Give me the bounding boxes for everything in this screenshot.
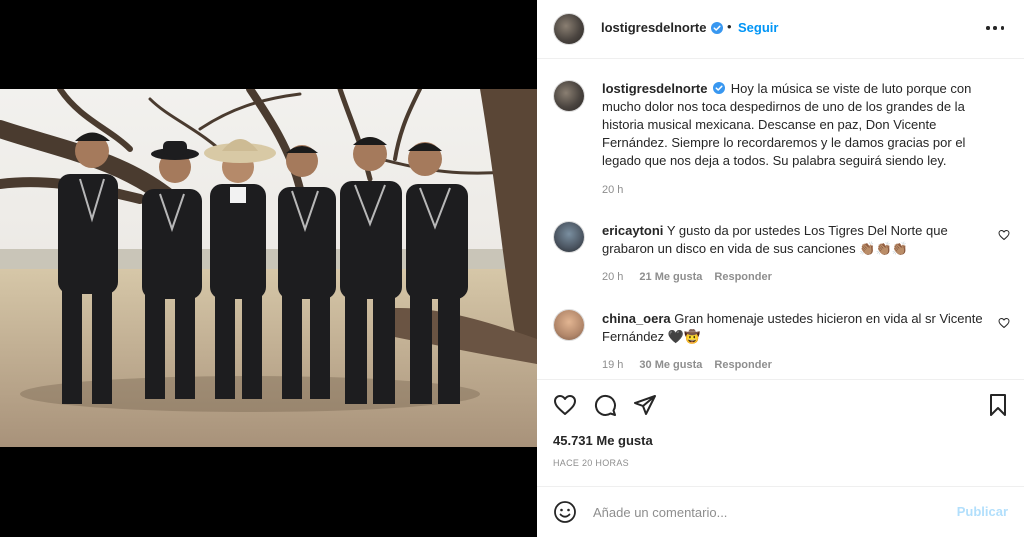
publish-button[interactable]: Publicar	[957, 504, 1008, 519]
comment-likes[interactable]: 30 Me gusta	[639, 359, 702, 371]
comment-username[interactable]: ericaytoni	[602, 223, 663, 238]
post-caption: lostigresdelnorte Hoy la música se viste…	[602, 80, 1002, 170]
comment-time[interactable]: 20 h	[602, 271, 623, 283]
more-options-icon[interactable]	[986, 20, 1004, 36]
comment-item: ericaytoni Y gusto da por ustedes Los Ti…	[602, 222, 992, 258]
comment-avatar[interactable]	[553, 221, 585, 253]
comment-meta: 19 h 30 Me gusta Responder	[602, 359, 772, 371]
post-timestamp[interactable]: Hace 20 horas	[553, 458, 629, 468]
heart-icon[interactable]	[553, 393, 577, 417]
reply-button[interactable]: Responder	[714, 271, 771, 283]
comment-avatar[interactable]	[553, 309, 585, 341]
author-avatar[interactable]	[553, 13, 585, 45]
likes-count[interactable]: 45.731 Me gusta	[553, 433, 653, 448]
comment-icon[interactable]	[593, 393, 617, 417]
caption-author-avatar[interactable]	[553, 80, 585, 112]
verified-badge-icon	[711, 22, 723, 34]
separator-dot: •	[727, 19, 732, 34]
author-username[interactable]: lostigresdelnorte	[601, 20, 706, 35]
comment-username[interactable]: china_oera	[602, 311, 671, 326]
share-icon[interactable]	[633, 393, 657, 417]
reply-button[interactable]: Responder	[714, 359, 771, 371]
comment-like-heart-icon[interactable]	[998, 229, 1010, 241]
post-actions: 45.731 Me gusta Hace 20 horas	[537, 379, 1024, 486]
post-media	[0, 0, 537, 537]
emoji-icon[interactable]	[553, 500, 577, 524]
comment-item: china_oera Gran homenaje ustedes hiciero…	[602, 310, 992, 346]
post-details-panel: lostigresdelnorte • Seguir lostigresdeln…	[537, 0, 1024, 537]
caption-timestamp: 20 h	[602, 184, 623, 196]
post-photo[interactable]	[0, 89, 537, 447]
verified-badge-icon	[713, 82, 726, 94]
comment-like-heart-icon[interactable]	[998, 317, 1010, 329]
comment-meta: 20 h 21 Me gusta Responder	[602, 271, 772, 283]
comment-input[interactable]	[593, 501, 933, 523]
follow-button[interactable]: Seguir	[738, 20, 778, 35]
caption-username[interactable]: lostigresdelnorte	[602, 81, 707, 96]
comment-time[interactable]: 19 h	[602, 359, 623, 371]
comment-composer: Publicar	[537, 486, 1024, 537]
bookmark-icon[interactable]	[986, 393, 1010, 417]
post-header: lostigresdelnorte • Seguir	[537, 0, 1024, 59]
caption-time[interactable]: 20 h	[602, 184, 623, 196]
comment-likes[interactable]: 21 Me gusta	[639, 271, 702, 283]
